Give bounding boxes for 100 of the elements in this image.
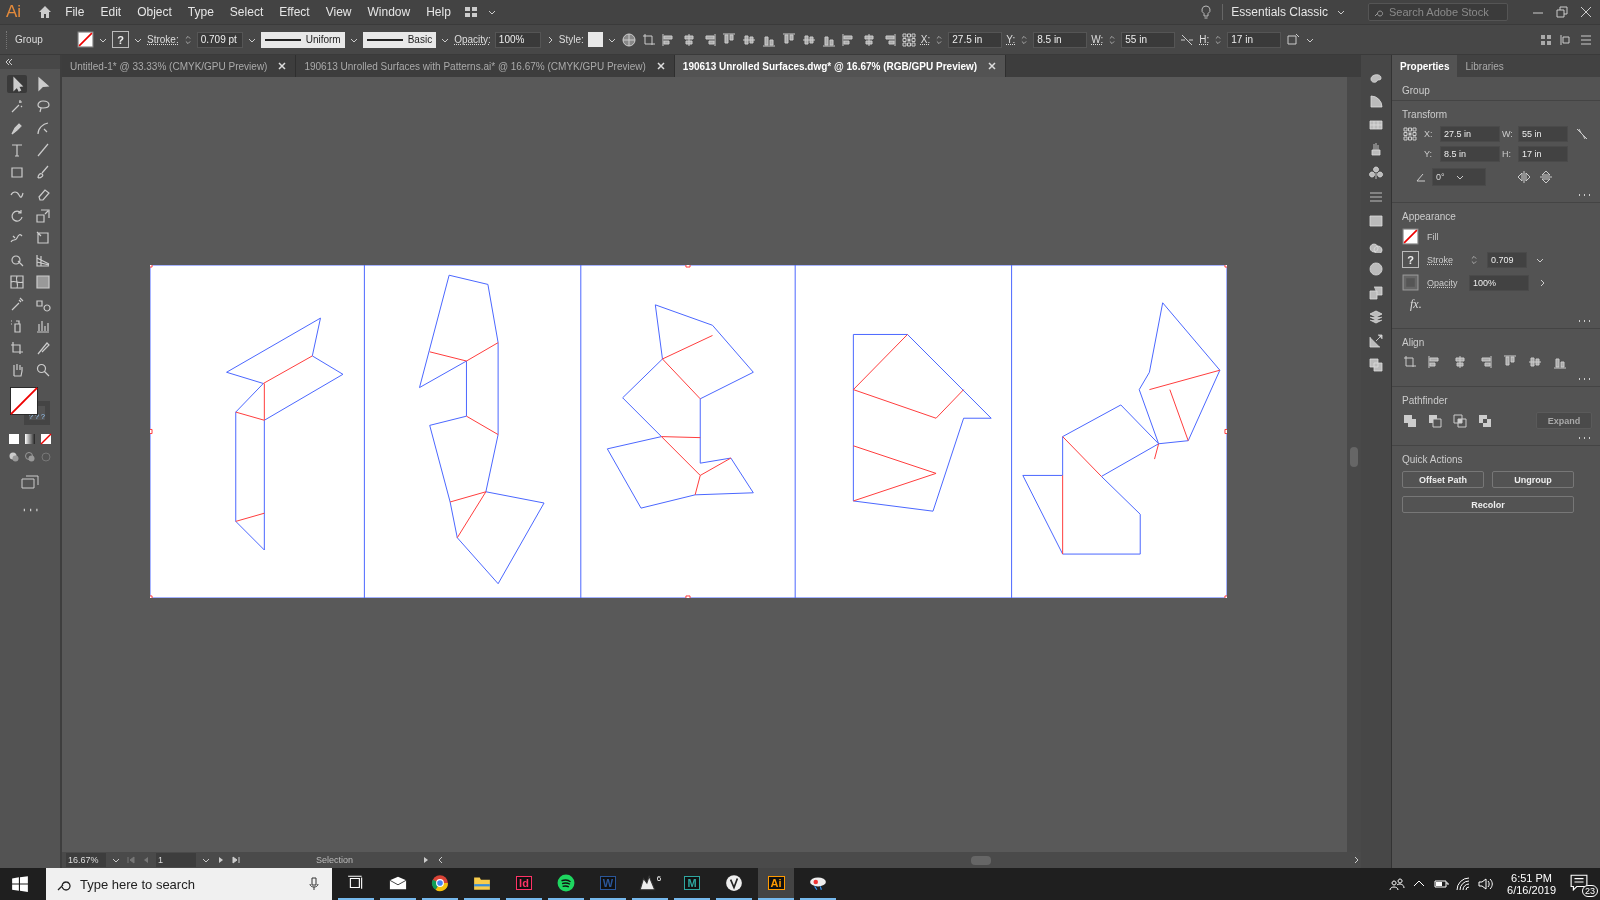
taskbar-app-button[interactable]: M xyxy=(674,868,710,900)
close-icon[interactable] xyxy=(277,61,288,71)
w-field[interactable]: 55 in xyxy=(1121,31,1176,48)
draw-normal-icon[interactable] xyxy=(8,451,20,463)
quick-action-button[interactable]: Offset Path xyxy=(1402,471,1484,488)
style-swatch[interactable] xyxy=(587,32,603,47)
more-options-icon[interactable] xyxy=(1576,435,1592,441)
h-field[interactable]: 17 in xyxy=(1227,31,1282,48)
fill-swatch-icon[interactable] xyxy=(1402,228,1419,245)
windows-logo-icon[interactable] xyxy=(11,875,29,893)
document-tab[interactable]: 190613 Unrolled Surfaces.dwg* @ 16.67% (RGB/GPU Preview) xyxy=(674,55,1007,77)
reference-point-icon[interactable] xyxy=(1402,126,1418,142)
stroke-weight-field[interactable]: 0.709 pt xyxy=(196,31,243,48)
menu-item[interactable]: Type xyxy=(183,5,218,19)
people-icon[interactable] xyxy=(1389,876,1406,892)
opacity-label[interactable]: Opacity xyxy=(1427,277,1461,288)
stroke-label[interactable]: Stroke: xyxy=(147,34,179,45)
layers-icon[interactable] xyxy=(1368,309,1384,325)
fill-swatch-icon[interactable] xyxy=(10,387,38,415)
effects-button[interactable]: fx. xyxy=(1402,297,1592,312)
x-field[interactable]: 27.5 in xyxy=(948,31,1003,48)
collapse-icon[interactable] xyxy=(4,57,14,67)
quick-action-button[interactable]: Ungroup xyxy=(1492,471,1574,488)
gradient-square-icon[interactable] xyxy=(33,273,53,291)
fill-swatch-icon[interactable] xyxy=(77,31,94,48)
menu-item[interactable]: Edit xyxy=(96,5,126,19)
taskbar-app-button[interactable]: Id xyxy=(506,868,542,900)
more-options-icon[interactable] xyxy=(1576,376,1592,382)
last-page-icon[interactable] xyxy=(231,855,241,865)
scrollbar-thumb[interactable] xyxy=(971,856,991,865)
none-icon[interactable] xyxy=(40,433,52,445)
brush-jar-icon[interactable] xyxy=(1368,141,1384,157)
microphone-icon[interactable] xyxy=(306,876,322,892)
menu-item[interactable]: Select xyxy=(225,5,268,19)
mesh-icon[interactable] xyxy=(7,273,27,291)
minus-front-icon[interactable] xyxy=(1427,412,1443,429)
close-icon[interactable] xyxy=(987,61,998,71)
y-field[interactable]: 8.5 in xyxy=(1033,31,1088,48)
intersect-icon[interactable] xyxy=(1452,412,1468,429)
transform-field[interactable]: 17 in xyxy=(1518,146,1568,162)
panel-tab[interactable]: Libraries xyxy=(1457,55,1512,77)
grid-icon[interactable] xyxy=(1368,117,1384,133)
workspace-switcher[interactable]: Essentials Classic xyxy=(1231,5,1328,19)
stroke-swatch[interactable]: ? xyxy=(112,31,129,48)
restore-icon[interactable] xyxy=(1554,4,1570,20)
transform-field[interactable]: 27.5 in xyxy=(1440,126,1500,142)
quick-action-button[interactable]: Recolor xyxy=(1402,496,1574,513)
artboard-number-field[interactable]: 1 xyxy=(156,853,196,867)
panel-tab[interactable]: Properties xyxy=(1392,55,1458,77)
gradient-square-icon[interactable] xyxy=(1368,213,1384,229)
taskbar-app-button[interactable]: Ai xyxy=(758,868,794,900)
opacity-swatch-icon[interactable] xyxy=(1402,274,1419,291)
stroke-weight-field[interactable]: 0.709 xyxy=(1487,251,1527,268)
overlapping-squares-icon[interactable] xyxy=(1368,285,1384,301)
transform-field[interactable]: 8.5 in xyxy=(1440,146,1500,162)
more-options-icon[interactable] xyxy=(1576,192,1592,198)
opacity-label[interactable]: Opacity: xyxy=(454,34,491,45)
menu-item[interactable]: View xyxy=(321,5,356,19)
color-icon[interactable] xyxy=(8,433,20,445)
flip-vertical-icon[interactable] xyxy=(1538,169,1554,185)
taskbar-app-button[interactable]: 6 xyxy=(632,868,668,900)
align-center-icon[interactable] xyxy=(1452,354,1468,370)
home-icon[interactable] xyxy=(37,4,54,20)
scrollbar-thumb[interactable] xyxy=(1350,447,1358,467)
speaker-icon[interactable] xyxy=(1477,876,1494,892)
lines-icon[interactable] xyxy=(1368,189,1384,205)
menu-item[interactable]: Object xyxy=(133,5,176,19)
transform-field[interactable]: 55 in xyxy=(1518,126,1568,142)
align-to-icon[interactable] xyxy=(640,31,657,48)
layout-icon[interactable] xyxy=(462,4,479,20)
gradient-icon[interactable] xyxy=(24,433,36,445)
close-icon[interactable] xyxy=(1578,4,1594,20)
clock[interactable]: 6:51 PM 6/16/2019 xyxy=(1507,872,1556,896)
menu-item[interactable]: Window xyxy=(363,5,415,19)
menu-item[interactable]: Effect xyxy=(275,5,314,19)
exclude-icon[interactable] xyxy=(1477,412,1493,429)
opacity-field[interactable]: 100% xyxy=(494,31,541,48)
stacked-squares-icon[interactable] xyxy=(1368,357,1384,373)
align-to-icon[interactable] xyxy=(1402,354,1418,370)
stroke-swatch[interactable]: ? xyxy=(1402,251,1419,268)
variable-width-profile-dropdown[interactable]: Uniform xyxy=(260,31,345,48)
reference-point-icon[interactable] xyxy=(900,31,917,48)
align-middle-icon[interactable] xyxy=(1527,354,1543,370)
close-icon[interactable] xyxy=(655,61,666,71)
rotation-field[interactable]: 0° xyxy=(1432,168,1486,186)
unite-icon[interactable] xyxy=(1402,412,1418,429)
club-icon[interactable] xyxy=(1368,165,1384,181)
export-icon[interactable] xyxy=(1368,333,1384,349)
menu-item[interactable]: Help xyxy=(422,5,455,19)
stroke-label[interactable]: Stroke xyxy=(1427,254,1461,265)
wifi-icon[interactable] xyxy=(1455,876,1472,892)
recolor-wheel-icon[interactable] xyxy=(620,31,637,48)
taskbar-search-field[interactable]: Type here to search xyxy=(46,868,332,900)
scale-icon[interactable] xyxy=(33,207,53,225)
brush-definition-dropdown[interactable]: Basic xyxy=(362,31,437,48)
draw-behind-icon[interactable] xyxy=(24,451,36,463)
menu-item[interactable]: File xyxy=(61,5,89,19)
zoom-field[interactable]: 16.67% xyxy=(66,853,106,867)
transform-options-icon[interactable] xyxy=(1285,31,1302,48)
link-broken-icon[interactable] xyxy=(1574,126,1590,142)
